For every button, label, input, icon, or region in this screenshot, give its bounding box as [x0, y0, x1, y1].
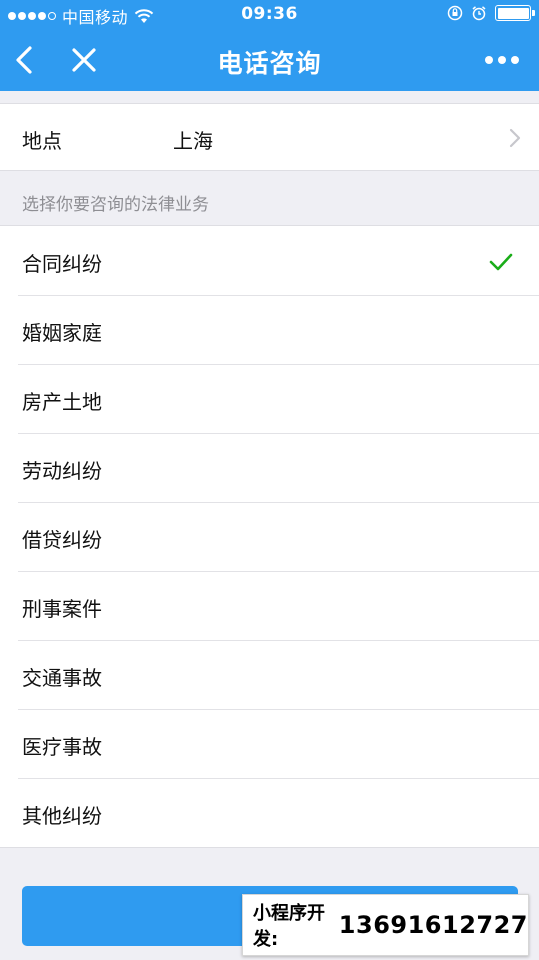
service-item-label: 房产土地: [22, 390, 102, 414]
service-item[interactable]: 借贷纠纷: [0, 502, 539, 571]
location-row[interactable]: 地点 上海: [0, 103, 539, 171]
service-item[interactable]: 房产土地: [0, 364, 539, 433]
service-item[interactable]: 婚姻家庭: [0, 295, 539, 364]
service-item-label: 劳动纠纷: [22, 459, 102, 483]
service-item-label: 借贷纠纷: [22, 528, 102, 552]
location-label: 地点: [22, 129, 62, 153]
service-item-label: 其他纠纷: [22, 804, 102, 828]
section-hint: 选择你要咨询的法律业务: [22, 195, 209, 215]
location-value: 上海: [173, 129, 213, 153]
service-item-label: 婚姻家庭: [22, 321, 102, 345]
battery-icon: [495, 5, 535, 21]
header-bar: 中国移动 09:36 电话咨询: [0, 0, 539, 91]
status-bar: 中国移动 09:36: [0, 0, 539, 30]
watermark-phone: 13691612727: [338, 911, 528, 939]
orientation-lock-icon: [447, 5, 463, 21]
service-item[interactable]: 合同纠纷: [0, 226, 539, 295]
service-item[interactable]: 交通事故: [0, 640, 539, 709]
checkmark-icon: [489, 253, 513, 271]
service-item[interactable]: 刑事案件: [0, 571, 539, 640]
service-item-label: 医疗事故: [22, 735, 102, 759]
page-title: 电话咨询: [217, 49, 322, 78]
more-options-icon[interactable]: [485, 50, 521, 70]
alarm-icon: [472, 6, 486, 21]
contact-watermark: 小程序开发: 13691612727: [242, 894, 529, 956]
service-list: 合同纠纷 婚姻家庭 房产土地 劳动纠纷 借贷纠纷 刑事案件 交通事故 医疗事故 …: [0, 225, 539, 848]
watermark-label: 小程序开发:: [253, 903, 325, 950]
status-right: [447, 5, 535, 21]
navigation-bar: 电话咨询: [0, 30, 539, 91]
service-item[interactable]: 其他纠纷: [0, 778, 539, 847]
service-item-label: 合同纠纷: [22, 252, 102, 276]
chevron-right-icon: [509, 128, 521, 148]
service-item[interactable]: 劳动纠纷: [0, 433, 539, 502]
service-item[interactable]: 医疗事故: [0, 709, 539, 778]
service-item-label: 刑事案件: [22, 597, 102, 621]
service-item-label: 交通事故: [22, 666, 102, 690]
